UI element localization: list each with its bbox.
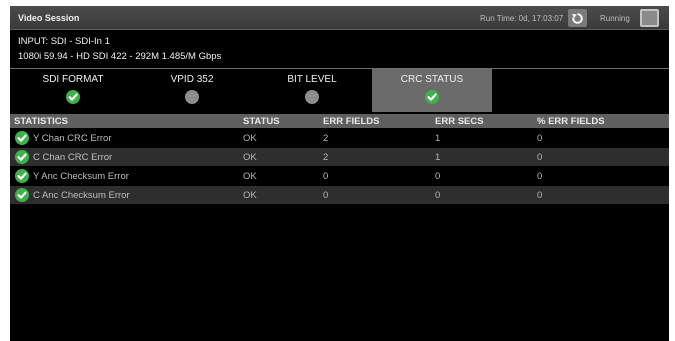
tab-sdi-format[interactable]: SDI FORMAT [13,69,133,112]
status-value: OK [243,152,257,163]
table-row[interactable]: C Anc Checksum Error OK 0 0 0 [10,186,669,204]
tab-label: SDI FORMAT [42,74,104,85]
err-fields-value: 0 [323,171,329,182]
table-header: STATISTICS STATUS ERR FIELDS ERR SECS % … [10,114,669,128]
status-value: OK [243,133,257,144]
run-stop-button[interactable] [640,9,659,27]
column-header-err-secs: ERR SECS [435,116,484,127]
err-fields-value: 2 [323,133,329,144]
check-icon [15,188,29,202]
input-source: INPUT: SDI - SDI-In 1 [18,36,110,47]
check-icon [425,90,439,104]
check-icon [15,131,29,145]
tab-bit-level[interactable]: BIT LEVEL [252,69,372,112]
tab-label: VPID 352 [170,74,214,85]
signal-format: 1080i 59.94 - HD SDI 422 - 292M 1.485/M … [18,51,222,62]
err-secs-value: 0 [435,171,441,182]
tab-label: BIT LEVEL [287,74,337,85]
gray-dot-icon [185,90,199,104]
gray-dot-icon [305,90,319,104]
check-icon [66,90,80,104]
panel-title: Video Session [18,13,80,23]
table-row[interactable]: C Chan CRC Error OK 2 1 0 [10,148,669,166]
reset-icon [572,12,583,24]
status-value: OK [243,171,257,182]
run-time-readout: Run Time: 0d, 17:03:07 [480,14,564,23]
column-header-err-fields: ERR FIELDS [323,116,380,127]
statistic-name: Y Anc Checksum Error [33,171,129,182]
table-row[interactable]: Y Chan CRC Error OK 2 1 0 [10,129,669,147]
statistic-name: Y Chan CRC Error [33,133,112,144]
pct-err-fields-value: 0 [537,152,543,163]
err-secs-value: 0 [435,190,441,201]
running-label: Running [600,14,630,23]
tab-crc-status[interactable]: CRC STATUS [372,69,492,112]
tab-label: CRC STATUS [400,74,464,85]
column-header-pct-err-fields: % ERR FIELDS [537,116,605,127]
check-icon [15,150,29,164]
column-header-status: STATUS [243,116,280,127]
statistic-name: C Anc Checksum Error [33,190,130,201]
video-session-panel: Video Session Run Time: 0d, 17:03:07 Run… [10,6,669,341]
statistic-name: C Chan CRC Error [33,152,113,163]
check-icon [15,169,29,183]
pct-err-fields-value: 0 [537,171,543,182]
err-secs-value: 1 [435,152,441,163]
err-fields-value: 2 [323,152,329,163]
table-row[interactable]: Y Anc Checksum Error OK 0 0 0 [10,167,669,185]
pct-err-fields-value: 0 [537,190,543,201]
err-secs-value: 1 [435,133,441,144]
pct-err-fields-value: 0 [537,133,543,144]
status-value: OK [243,190,257,201]
column-header-statistics: STATISTICS [14,116,69,127]
title-bar: Video Session Run Time: 0d, 17:03:07 Run… [10,6,669,30]
tab-vpid-352[interactable]: VPID 352 [132,69,252,112]
reset-button[interactable] [568,9,587,27]
err-fields-value: 0 [323,190,329,201]
